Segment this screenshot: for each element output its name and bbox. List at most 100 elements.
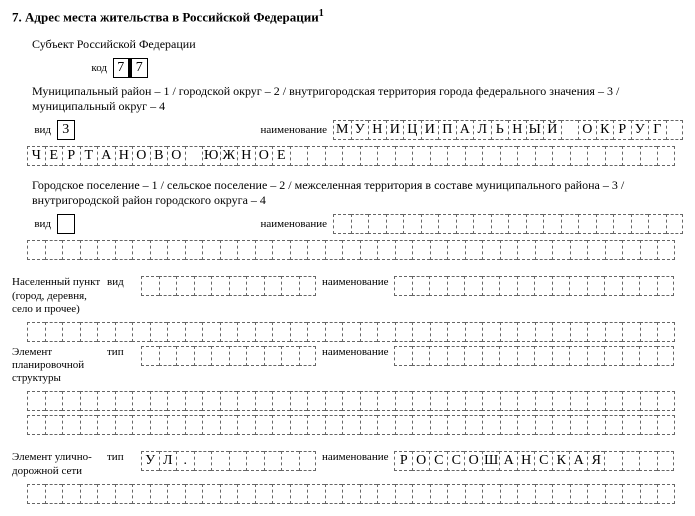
char-cell[interactable] xyxy=(80,322,98,342)
char-cell[interactable] xyxy=(605,146,623,166)
char-cell[interactable] xyxy=(438,214,456,234)
char-cell[interactable] xyxy=(45,322,63,342)
char-cell[interactable] xyxy=(447,391,465,411)
char-cell[interactable] xyxy=(80,240,98,260)
char-cell[interactable] xyxy=(639,346,657,366)
char-cell[interactable] xyxy=(447,146,465,166)
char-cell[interactable] xyxy=(552,240,570,260)
settle-vid-cell[interactable] xyxy=(57,214,75,234)
char-cell[interactable] xyxy=(333,214,351,234)
char-cell[interactable] xyxy=(657,322,675,342)
char-cell[interactable] xyxy=(290,391,308,411)
char-cell[interactable] xyxy=(290,484,308,504)
char-cell[interactable] xyxy=(482,346,500,366)
char-cell[interactable] xyxy=(587,484,605,504)
char-cell[interactable] xyxy=(534,276,552,296)
char-cell[interactable] xyxy=(342,391,360,411)
char-cell[interactable] xyxy=(194,451,212,471)
char-cell[interactable] xyxy=(97,415,115,435)
char-cell[interactable] xyxy=(447,240,465,260)
char-cell[interactable]: О xyxy=(132,146,150,166)
char-cell[interactable]: Ю xyxy=(202,146,220,166)
char-cell[interactable] xyxy=(657,276,675,296)
char-cell[interactable] xyxy=(62,322,80,342)
char-cell[interactable] xyxy=(578,214,596,234)
char-cell[interactable] xyxy=(132,240,150,260)
char-cell[interactable]: . xyxy=(176,451,194,471)
char-cell[interactable] xyxy=(229,346,247,366)
char-cell[interactable] xyxy=(386,214,404,234)
char-cell[interactable]: К xyxy=(596,120,614,140)
char-cell[interactable] xyxy=(482,322,500,342)
char-cell[interactable] xyxy=(491,214,509,234)
char-cell[interactable] xyxy=(360,322,378,342)
char-cell[interactable] xyxy=(395,415,413,435)
char-cell[interactable] xyxy=(97,484,115,504)
char-cell[interactable] xyxy=(631,214,649,234)
char-cell[interactable] xyxy=(264,346,282,366)
char-cell[interactable] xyxy=(307,391,325,411)
char-cell[interactable]: Н xyxy=(115,146,133,166)
char-cell[interactable]: С xyxy=(534,451,552,471)
code-cells[interactable]: 77 xyxy=(113,58,148,78)
char-cell[interactable] xyxy=(176,346,194,366)
char-cell[interactable]: П xyxy=(438,120,456,140)
char-cell[interactable] xyxy=(421,214,439,234)
char-cell[interactable] xyxy=(176,276,194,296)
char-cell[interactable] xyxy=(237,240,255,260)
char-cell[interactable]: О xyxy=(167,146,185,166)
char-cell[interactable] xyxy=(229,451,247,471)
char-cell[interactable] xyxy=(307,415,325,435)
char-cell[interactable] xyxy=(167,415,185,435)
char-cell[interactable] xyxy=(290,146,308,166)
char-cell[interactable] xyxy=(604,346,622,366)
char-cell[interactable]: А xyxy=(569,451,587,471)
char-cell[interactable] xyxy=(290,322,308,342)
char-cell[interactable]: Н xyxy=(508,120,526,140)
char-cell[interactable] xyxy=(639,276,657,296)
char-cell[interactable] xyxy=(202,391,220,411)
char-cell[interactable] xyxy=(666,120,684,140)
char-cell[interactable] xyxy=(429,276,447,296)
char-cell[interactable] xyxy=(500,484,518,504)
char-cell[interactable] xyxy=(613,214,631,234)
char-cell[interactable] xyxy=(272,322,290,342)
char-cell[interactable]: Ы xyxy=(526,120,544,140)
char-cell[interactable] xyxy=(429,346,447,366)
char-cell[interactable] xyxy=(587,346,605,366)
char-cell[interactable]: У xyxy=(631,120,649,140)
char-cell[interactable]: 7 xyxy=(131,58,149,78)
char-cell[interactable] xyxy=(561,214,579,234)
char-cell[interactable] xyxy=(185,322,203,342)
char-cell[interactable] xyxy=(587,146,605,166)
char-cell[interactable] xyxy=(255,484,273,504)
char-cell[interactable] xyxy=(482,391,500,411)
char-cell[interactable] xyxy=(482,240,500,260)
char-cell[interactable] xyxy=(194,346,212,366)
char-cell[interactable] xyxy=(299,346,317,366)
char-cell[interactable] xyxy=(220,322,238,342)
char-cell[interactable] xyxy=(264,451,282,471)
char-cell[interactable] xyxy=(552,322,570,342)
char-cell[interactable] xyxy=(639,451,657,471)
char-cell[interactable] xyxy=(517,240,535,260)
char-cell[interactable] xyxy=(403,214,421,234)
char-cell[interactable]: Ш xyxy=(482,451,500,471)
char-cell[interactable] xyxy=(159,276,177,296)
char-cell[interactable]: В xyxy=(150,146,168,166)
char-cell[interactable] xyxy=(622,240,640,260)
char-cell[interactable] xyxy=(167,391,185,411)
char-cell[interactable] xyxy=(246,276,264,296)
char-cell[interactable] xyxy=(360,391,378,411)
char-cell[interactable] xyxy=(167,240,185,260)
char-cell[interactable] xyxy=(220,484,238,504)
char-cell[interactable]: Т xyxy=(80,146,98,166)
char-cell[interactable] xyxy=(202,240,220,260)
char-cell[interactable] xyxy=(666,214,684,234)
char-cell[interactable] xyxy=(587,415,605,435)
char-cell[interactable] xyxy=(517,391,535,411)
char-cell[interactable] xyxy=(394,276,412,296)
char-cell[interactable] xyxy=(220,391,238,411)
char-cell[interactable] xyxy=(482,276,500,296)
char-cell[interactable] xyxy=(246,346,264,366)
